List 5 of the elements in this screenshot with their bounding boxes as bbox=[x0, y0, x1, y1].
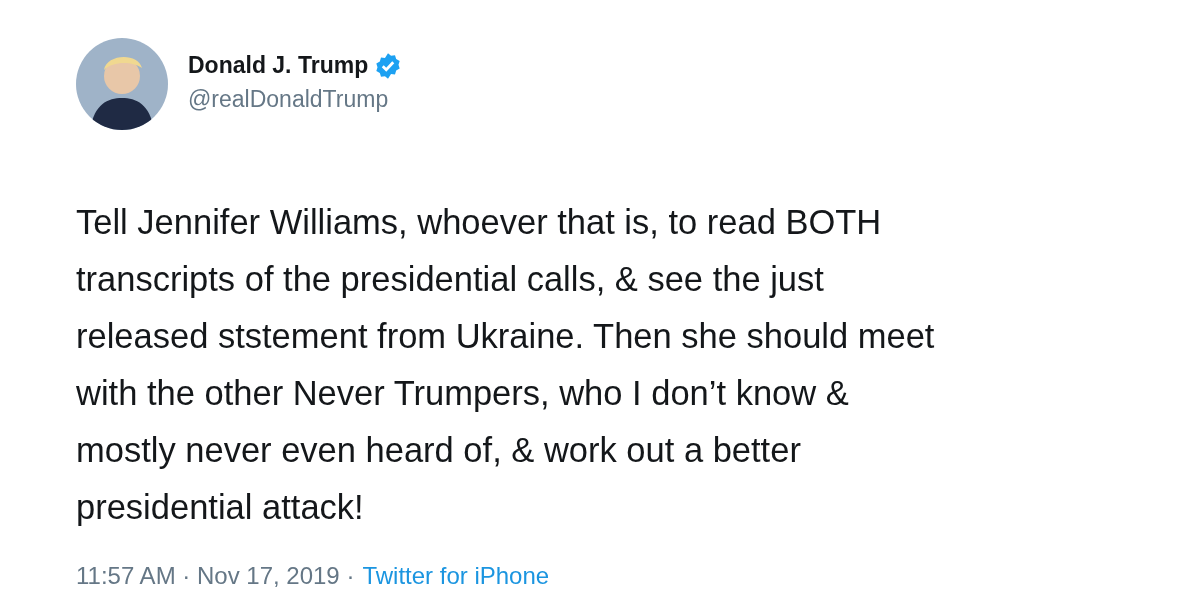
timestamp: 11:57 AM · Nov 17, 2019 · bbox=[76, 562, 355, 590]
author-handle[interactable]: @realDonaldTrump bbox=[188, 85, 403, 113]
source-link[interactable]: Twitter for iPhone bbox=[362, 562, 550, 590]
author-name[interactable]: Donald J. Trump bbox=[188, 52, 369, 79]
tweet-text: Tell Jennifer Williams, whoever that is, to read BOTH transcripts of the presidential calls, & see the just released ststement from Ukraine. Then she should meet with the other Never Trumpers, who I don’t know & mostly never even heard of, & work out a better presidential attack! bbox=[76, 202, 936, 528]
